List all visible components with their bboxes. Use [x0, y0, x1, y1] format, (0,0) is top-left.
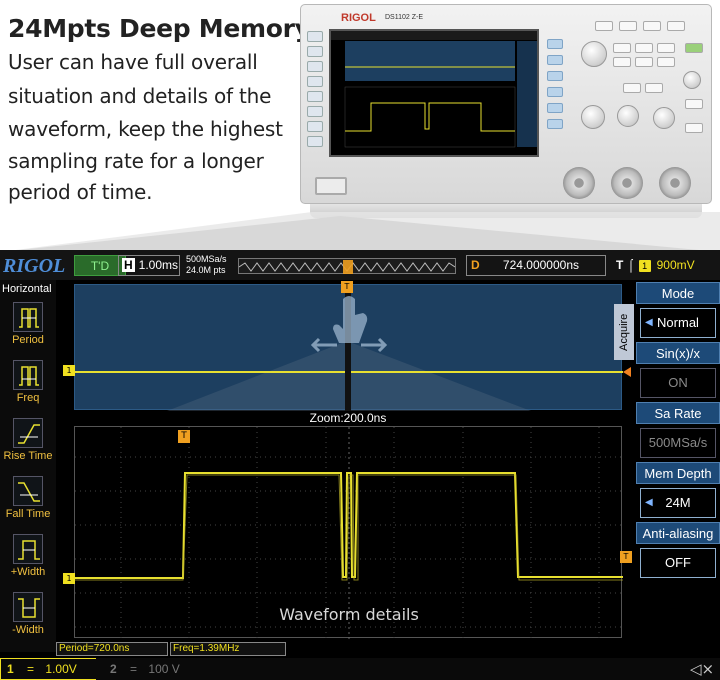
- period-icon: [13, 302, 43, 332]
- mode-value: Normal: [657, 315, 699, 330]
- mode-title: Mode: [636, 282, 720, 304]
- trigger-edge-icon: ⌠: [627, 258, 635, 272]
- measure-rise-time-button[interactable]: Rise Time: [0, 418, 56, 462]
- fall-time-icon: [13, 476, 43, 506]
- measure-pos-width-button[interactable]: +Width: [0, 534, 56, 578]
- timebase-value: 1.00ms: [138, 258, 179, 272]
- horizontal-measure-menu: Horizontal Period Freq Rise Time Fall Ti…: [0, 280, 56, 652]
- speaker-icon[interactable]: ◁×: [690, 660, 714, 678]
- acquire-menu: Acquire Mode ◀ Normal Sin(x)/x ON Sa Rate…: [614, 282, 720, 654]
- trigger-letter: T: [616, 258, 624, 272]
- mode-select[interactable]: ◀ Normal: [640, 308, 716, 338]
- memory-overview-strip: [238, 258, 456, 274]
- trigger-level-marker[interactable]: T: [620, 551, 632, 563]
- measure-label: Rise Time: [3, 450, 53, 462]
- channel1-offset-marker[interactable]: 1: [63, 573, 75, 584]
- coupling-icon: =: [27, 662, 35, 676]
- mem-depth-value: 24M: [665, 495, 691, 510]
- scope-logo: RIGOL: [3, 255, 66, 277]
- measure-label: -Width: [12, 624, 44, 636]
- drag-hand-icon: [310, 296, 388, 353]
- trigger-channel-badge: 1: [638, 260, 651, 272]
- acquire-menu-tab[interactable]: Acquire: [614, 304, 634, 360]
- freq-measurement: Freq=1.39MHz: [170, 642, 286, 656]
- channel-scale: 1.00V: [45, 662, 77, 676]
- memory-points-readout: 24.0M pts: [186, 265, 226, 275]
- trigger-level-marker[interactable]: [623, 367, 631, 377]
- status-bar: RIGOL T'D H 1.00ms 500MSa/s 24.0M pts D 72…: [0, 250, 720, 280]
- sinx-toggle[interactable]: ON: [640, 368, 716, 398]
- zoom-waveform-window: T 1 T Waveform details: [63, 426, 632, 639]
- channel2-scale-box[interactable]: 2 = 100 V: [104, 658, 214, 680]
- menu-title: Horizontal: [2, 283, 52, 295]
- trigger-readout[interactable]: T ⌠ 1 900mV: [612, 255, 718, 276]
- channel-scale: 100 V: [148, 662, 180, 676]
- period-measurement: Period=720.0ns: [56, 642, 168, 656]
- frequency-icon: [13, 360, 43, 390]
- left-arrow-icon: ◀: [645, 317, 653, 328]
- anti-aliasing-toggle[interactable]: OFF: [640, 548, 716, 578]
- positive-width-icon: [13, 534, 43, 564]
- oscilloscope-screen: RIGOL T'D H 1.00ms 500MSa/s 24.0M pts D 72…: [0, 250, 720, 680]
- zoom-projection: [0, 212, 720, 252]
- acquisition-info: 500MSa/s 24.0M pts: [186, 254, 227, 276]
- timebase-readout[interactable]: H 1.00ms: [118, 255, 180, 276]
- measure-label: Freq: [16, 392, 40, 404]
- zoom-timebase-label: Zoom:200.0ns: [309, 411, 387, 425]
- delay-letter: D: [471, 258, 480, 272]
- delay-value: 724.000000ns: [502, 258, 579, 272]
- measure-label: +Width: [10, 566, 46, 578]
- channel-bar: 1 = 1.00V 2 = 100 V ◁×: [0, 658, 720, 680]
- timebase-letter: H: [122, 258, 135, 272]
- measure-label: Period: [12, 334, 44, 346]
- coupling-icon: =: [130, 662, 138, 676]
- sa-rate-title: Sa Rate: [636, 402, 720, 424]
- measure-period-button[interactable]: Period: [0, 302, 56, 346]
- mem-depth-title: Mem Depth: [636, 462, 720, 484]
- measure-label: Fall Time: [5, 508, 51, 520]
- trigger-position-marker[interactable]: T: [178, 430, 190, 443]
- overview-waveform-window: T 1: [63, 281, 631, 411]
- anti-aliasing-title: Anti-aliasing: [636, 522, 720, 544]
- measure-freq-button[interactable]: Freq: [0, 360, 56, 404]
- channel-number: 2: [110, 662, 117, 676]
- mem-depth-select[interactable]: ◀ 24M: [640, 488, 716, 518]
- measure-neg-width-button[interactable]: -Width: [0, 592, 56, 636]
- sa-rate-value: 500MSa/s: [640, 428, 716, 458]
- delay-readout[interactable]: D 724.000000ns: [466, 255, 606, 276]
- trigger-level: 900mV: [656, 258, 695, 272]
- left-arrow-icon: ◀: [645, 497, 653, 508]
- sinx-title: Sin(x)/x: [636, 342, 720, 364]
- sample-rate-readout: 500MSa/s: [186, 254, 227, 264]
- measurement-results: Period=720.0ns Freq=1.39MHz: [56, 642, 316, 656]
- measure-fall-time-button[interactable]: Fall Time: [0, 476, 56, 520]
- channel-number: 1: [7, 662, 14, 676]
- rise-time-icon: [13, 418, 43, 448]
- channel1-scale-box[interactable]: 1 = 1.00V: [0, 658, 96, 680]
- waveform-details-caption: Waveform details: [279, 605, 419, 624]
- negative-width-icon: [13, 592, 43, 622]
- channel1-offset-marker[interactable]: 1: [63, 365, 75, 376]
